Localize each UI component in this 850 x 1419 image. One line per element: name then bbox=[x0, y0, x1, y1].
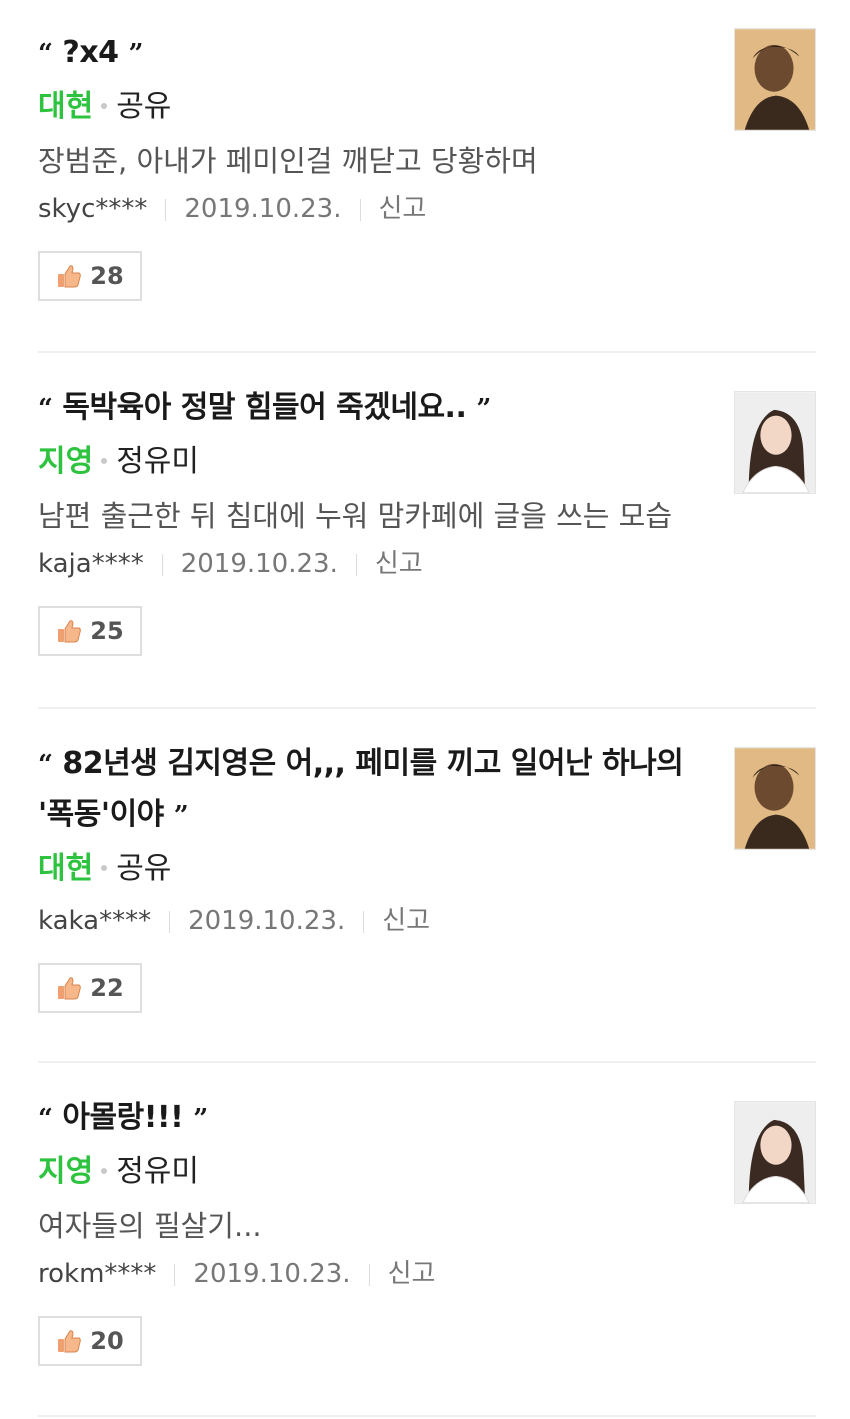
report-link[interactable]: 신고 bbox=[375, 549, 423, 579]
comment-quote: “ 82년생 김지영은 어,,, 페미를 끼고 일어난 하나의 '폭동'이야 ” bbox=[38, 739, 708, 841]
scene-description: 여자들의 필살기... bbox=[38, 1209, 262, 1243]
meta-divider bbox=[363, 910, 365, 933]
actor-name[interactable]: 공유 bbox=[116, 851, 171, 886]
thumbs-up-icon bbox=[58, 620, 82, 643]
separator-dot bbox=[101, 864, 108, 871]
like-count: 20 bbox=[90, 1327, 124, 1355]
meta-divider bbox=[368, 1263, 370, 1286]
female-actor-photo-icon bbox=[735, 392, 815, 493]
comment-item: “ 82년생 김지영은 어,,, 페미를 끼고 일어난 하나의 '폭동'이야 ”… bbox=[38, 739, 816, 1013]
close-quote-icon: ” bbox=[193, 1104, 208, 1134]
comment-date: 2019.10.23. bbox=[193, 1259, 351, 1289]
comment-divider bbox=[38, 707, 816, 709]
separator-dot bbox=[101, 1167, 108, 1174]
character-name[interactable]: 대현 bbox=[38, 851, 93, 886]
close-quote-icon: ” bbox=[173, 801, 189, 831]
character-name[interactable]: 대현 bbox=[38, 89, 93, 124]
character-line: 지영 정유미 bbox=[38, 1154, 816, 1190]
meta-divider bbox=[161, 553, 163, 576]
comment-meta: skyc**** 2019.10.23. 신고 bbox=[38, 193, 816, 225]
actor-avatar[interactable] bbox=[734, 391, 816, 494]
comment-divider bbox=[38, 351, 816, 353]
meta-divider bbox=[169, 910, 171, 933]
character-name[interactable]: 지영 bbox=[38, 1154, 93, 1189]
open-quote-icon: “ bbox=[38, 750, 53, 780]
actor-name[interactable]: 정유미 bbox=[116, 444, 199, 479]
comment-date: 2019.10.23. bbox=[184, 194, 342, 224]
like-count: 28 bbox=[90, 262, 124, 290]
character-line: 대현 공유 bbox=[38, 89, 816, 125]
quote-text: 아몰랑!!! bbox=[62, 1100, 184, 1135]
actor-name[interactable]: 공유 bbox=[116, 89, 171, 124]
separator-dot bbox=[101, 102, 108, 109]
actor-avatar[interactable] bbox=[734, 28, 816, 131]
comment-quote: “ ?x4 ” bbox=[38, 28, 708, 79]
comment-meta: kaka**** 2019.10.23. 신고 bbox=[38, 905, 816, 937]
meta-divider bbox=[355, 553, 357, 576]
report-link[interactable]: 신고 bbox=[388, 1259, 436, 1289]
actor-avatar[interactable] bbox=[734, 747, 816, 850]
quote-text: ?x4 bbox=[62, 35, 119, 70]
male-actor-photo-icon bbox=[735, 748, 815, 849]
character-line: 대현 공유 bbox=[38, 851, 816, 887]
like-button[interactable]: 20 bbox=[38, 1316, 142, 1366]
comment-item: “ 독박육아 정말 힘들어 죽겠네요.. ” 지영 정유미 남편 출근한 뒤 침대… bbox=[38, 383, 816, 656]
username: kaja**** bbox=[38, 549, 144, 579]
open-quote-icon: “ bbox=[38, 394, 53, 424]
comment-divider bbox=[38, 1061, 816, 1063]
character-name[interactable]: 지영 bbox=[38, 444, 93, 479]
male-actor-photo-icon bbox=[735, 29, 815, 130]
thumbs-up-icon bbox=[58, 265, 82, 288]
scene-description: 장범준, 아내가 페미인걸 깨닫고 당황하며 bbox=[38, 144, 538, 178]
meta-divider bbox=[174, 1263, 176, 1286]
comment-quote: “ 아몰랑!!! ” bbox=[38, 1093, 708, 1144]
like-count: 25 bbox=[90, 617, 124, 645]
scene-description: 남편 출근한 뒤 침대에 누워 맘카페에 글을 쓰는 모습 bbox=[38, 499, 673, 533]
meta-divider bbox=[359, 198, 361, 221]
report-link[interactable]: 신고 bbox=[379, 194, 427, 224]
comment-divider bbox=[38, 1415, 816, 1417]
username: skyc**** bbox=[38, 194, 148, 224]
comment-meta: kaja**** 2019.10.23. 신고 bbox=[38, 548, 816, 580]
female-actor-photo-icon bbox=[735, 1102, 815, 1203]
like-button[interactable]: 28 bbox=[38, 251, 142, 301]
username: kaka**** bbox=[38, 906, 152, 936]
open-quote-icon: “ bbox=[38, 39, 53, 69]
quote-text: 82년생 김지영은 어,,, 페미를 끼고 일어난 하나의 '폭동'이야 bbox=[38, 746, 684, 832]
separator-dot bbox=[101, 457, 108, 464]
actor-avatar[interactable] bbox=[734, 1101, 816, 1204]
thumbs-up-icon bbox=[58, 1330, 82, 1353]
like-button[interactable]: 25 bbox=[38, 606, 142, 656]
meta-divider bbox=[165, 198, 167, 221]
open-quote-icon: “ bbox=[38, 1104, 53, 1134]
comment-date: 2019.10.23. bbox=[180, 549, 338, 579]
like-button[interactable]: 22 bbox=[38, 963, 142, 1013]
comment-meta: rokm**** 2019.10.23. 신고 bbox=[38, 1258, 816, 1290]
comment-date: 2019.10.23. bbox=[188, 906, 346, 936]
report-link[interactable]: 신고 bbox=[382, 906, 430, 936]
comment-item: “ 아몰랑!!! ” 지영 정유미 여자들의 필살기... rokm**** 201… bbox=[38, 1093, 816, 1366]
comment-quote: “ 독박육아 정말 힘들어 죽겠네요.. ” bbox=[38, 383, 708, 434]
close-quote-icon: ” bbox=[128, 39, 144, 69]
like-count: 22 bbox=[90, 974, 124, 1002]
actor-name[interactable]: 정유미 bbox=[116, 1154, 199, 1189]
character-line: 지영 정유미 bbox=[38, 444, 816, 480]
comment-item: “ ?x4 ” 대현 공유 장범준, 아내가 페미인걸 깨닫고 당황하며 skyc… bbox=[38, 28, 816, 301]
close-quote-icon: ” bbox=[476, 394, 491, 424]
thumbs-up-icon bbox=[58, 977, 82, 1000]
quote-text: 독박육아 정말 힘들어 죽겠네요.. bbox=[62, 390, 467, 425]
username: rokm**** bbox=[38, 1259, 157, 1289]
